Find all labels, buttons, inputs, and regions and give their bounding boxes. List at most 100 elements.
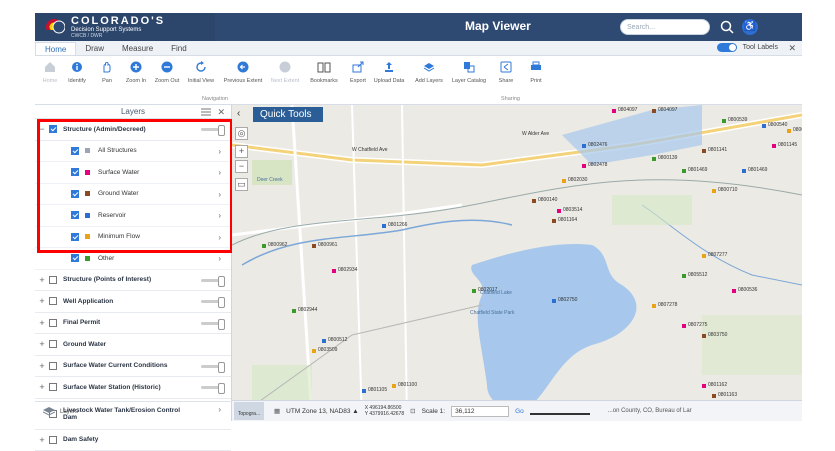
opacity-slider[interactable] (201, 128, 223, 131)
sublayer-row[interactable]: Ground Water› (35, 184, 231, 206)
sublayer-checkbox[interactable] (71, 168, 79, 176)
structure-marker[interactable] (552, 219, 556, 223)
structure-marker[interactable] (722, 119, 726, 123)
layer-checkbox[interactable] (49, 319, 57, 327)
map-zoom-in-icon[interactable]: + (235, 145, 248, 158)
layer-row[interactable]: +Surface Water Station (Historic) (35, 377, 231, 399)
expand-icon[interactable]: + (35, 318, 49, 328)
structure-marker[interactable] (682, 274, 686, 278)
expand-icon[interactable]: + (35, 339, 49, 349)
pan-button[interactable]: Pan (92, 60, 122, 84)
structure-marker[interactable] (582, 144, 586, 148)
basemap-selector[interactable]: Topogra... (234, 402, 264, 420)
tab-measure[interactable]: Measure (113, 42, 162, 55)
structure-marker[interactable] (322, 339, 326, 343)
layer-checkbox[interactable] (49, 340, 57, 348)
structure-marker[interactable] (712, 394, 716, 398)
previous-extent-button[interactable]: Previous Extent (223, 60, 263, 84)
structure-marker[interactable] (552, 299, 556, 303)
legend-book-icon[interactable]: ▭ (235, 178, 248, 191)
layer-row[interactable]: +Surface Water Current Conditions (35, 356, 231, 378)
projection-select[interactable]: UTM Zone 13, NAD83 ▲ (286, 408, 359, 415)
chevron-right-icon[interactable]: › (218, 254, 221, 263)
go-button[interactable]: Go (515, 408, 524, 415)
collapse-panel-icon[interactable]: ‹ (237, 108, 240, 119)
structure-marker[interactable] (532, 199, 536, 203)
sublayer-row[interactable]: Other› (35, 248, 231, 270)
structure-marker[interactable] (682, 324, 686, 328)
add-layers-button[interactable]: Add Layers (411, 60, 447, 84)
menu-icon[interactable] (201, 108, 211, 116)
structure-marker[interactable] (742, 169, 746, 173)
chevron-right-icon[interactable]: › (218, 168, 221, 177)
chevron-right-icon[interactable]: › (218, 211, 221, 220)
layer-checkbox[interactable] (49, 436, 57, 444)
structure-marker[interactable] (292, 309, 296, 313)
identify-button[interactable]: Identify (62, 60, 92, 84)
expand-icon[interactable]: + (35, 361, 49, 371)
upload-data-button[interactable]: Upload Data (371, 60, 407, 84)
structure-marker[interactable] (652, 109, 656, 113)
sublayer-checkbox[interactable] (71, 190, 79, 198)
bookmarks-button[interactable]: Bookmarks (307, 60, 341, 84)
opacity-slider[interactable] (201, 322, 223, 325)
structure-marker[interactable] (772, 144, 776, 148)
chevron-right-icon[interactable]: › (218, 190, 221, 199)
close-icon[interactable]: ✕ (217, 105, 225, 119)
tab-draw[interactable]: Draw (76, 42, 113, 55)
map-zoom-out-icon[interactable]: − (235, 160, 248, 173)
accessibility-icon[interactable]: ♿ (742, 19, 758, 35)
structure-marker[interactable] (312, 349, 316, 353)
sublayer-checkbox[interactable] (71, 211, 79, 219)
sublayer-row[interactable]: Surface Water› (35, 162, 231, 184)
structure-marker[interactable] (472, 289, 476, 293)
expand-icon[interactable]: + (35, 435, 49, 445)
layer-row[interactable]: +Structure (Points of Interest) (35, 270, 231, 292)
tool-labels-toggle[interactable]: Tool Labels (717, 43, 778, 52)
grid-icon[interactable]: ▦ (274, 407, 280, 415)
scale-icon[interactable]: ⊡ (410, 407, 415, 415)
layer-catalog-button[interactable]: Layer Catalog (449, 60, 489, 84)
expand-icon[interactable]: + (35, 296, 49, 306)
zoom-in-button[interactable]: Zoom In (121, 60, 151, 84)
print-button[interactable]: Print (521, 60, 551, 84)
structure-marker[interactable] (787, 129, 791, 133)
opacity-slider[interactable] (201, 365, 223, 368)
layer-row[interactable]: +Dam Safety (35, 430, 231, 451)
structure-marker[interactable] (682, 169, 686, 173)
structure-marker[interactable] (262, 244, 266, 248)
share-button[interactable]: Share (491, 60, 521, 84)
structure-marker[interactable] (702, 149, 706, 153)
structure-marker[interactable] (712, 189, 716, 193)
layer-checkbox[interactable] (49, 276, 57, 284)
sublayer-row[interactable]: All Structures› (35, 141, 231, 163)
opacity-slider[interactable] (201, 279, 223, 282)
structure-marker[interactable] (702, 334, 706, 338)
structure-marker[interactable] (702, 254, 706, 258)
map-canvas[interactable]: 0804097080409708005390800540080052808011… (232, 105, 802, 421)
structure-marker[interactable] (582, 164, 586, 168)
opacity-slider[interactable] (201, 300, 223, 303)
structure-marker[interactable] (612, 109, 616, 113)
tab-home[interactable]: Home (35, 42, 76, 55)
structure-marker[interactable] (652, 304, 656, 308)
structure-marker[interactable] (652, 157, 656, 161)
sublayer-row[interactable]: Reservoir› (35, 205, 231, 227)
chevron-right-icon[interactable]: › (218, 233, 221, 242)
sublayer-checkbox[interactable] (71, 254, 79, 262)
layers-footer[interactable]: Layers (35, 401, 232, 421)
layer-row[interactable]: +Ground Water (35, 334, 231, 356)
structure-marker[interactable] (382, 224, 386, 228)
layer-checkbox[interactable] (49, 383, 57, 391)
home-button[interactable]: Home (35, 60, 65, 84)
zoom-out-button[interactable]: Zoom Out (152, 60, 182, 84)
layer-checkbox[interactable] (49, 297, 57, 305)
layer-row[interactable]: +Well Application (35, 291, 231, 313)
structure-marker[interactable] (562, 179, 566, 183)
opacity-slider[interactable] (201, 386, 223, 389)
tab-find[interactable]: Find (162, 42, 196, 55)
chevron-right-icon[interactable]: › (218, 147, 221, 156)
collapse-icon[interactable]: − (35, 124, 49, 134)
close-ribbon-icon[interactable]: ✕ (788, 43, 796, 54)
layer-structure-admin[interactable]: − Structure (Admin/Decreed) (35, 119, 231, 141)
